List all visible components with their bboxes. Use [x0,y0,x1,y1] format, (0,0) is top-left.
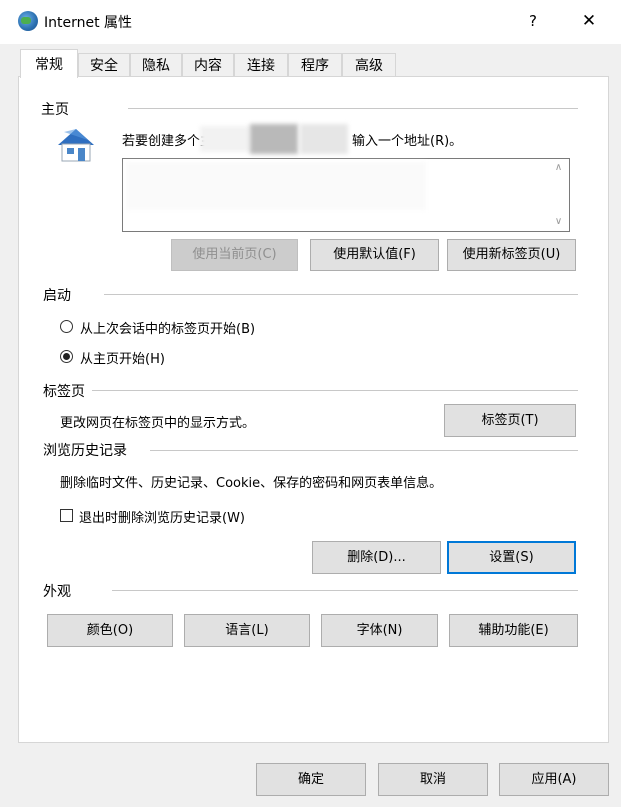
redaction-block [300,124,348,154]
tab-content[interactable]: 内容 [182,53,234,77]
cancel-button[interactable]: 取消 [378,763,488,796]
delete-on-exit-label[interactable]: 退出时删除浏览历史记录(W) [79,507,245,526]
window-title: Internet 属性 [44,15,133,31]
colors-button[interactable]: 颜色(O) [47,614,173,647]
redaction-block [250,124,298,154]
ok-button[interactable]: 确定 [256,763,366,796]
delete-history-button[interactable]: 删除(D)... [312,541,441,574]
history-settings-button[interactable]: 设置(S) [447,541,576,574]
redaction-block [200,126,250,152]
house-icon [58,129,94,162]
internet-globe-icon [18,11,38,31]
tab-programs[interactable]: 程序 [288,53,342,77]
scroll-down-icon[interactable]: ∨ [548,213,569,231]
homepage-divider [128,108,578,109]
radio-last-session-label[interactable]: 从上次会话中的标签页开始(B) [80,318,255,337]
help-button[interactable]: ? [520,8,546,34]
close-button[interactable]: ✕ [576,8,602,34]
use-new-tab-button[interactable]: 使用新标签页(U) [447,239,576,271]
homepage-section-label: 主页 [41,102,69,118]
startup-divider [104,294,578,295]
homepage-instruction-end: 输入一个地址(R)。 [352,134,463,149]
radio-last-session[interactable] [60,320,73,333]
tab-advanced[interactable]: 高级 [342,53,396,77]
redacted-address [126,162,426,210]
history-section-label: 浏览历史记录 [43,443,127,459]
tabs-settings-button[interactable]: 标签页(T) [444,404,576,437]
radio-start-homepage-label[interactable]: 从主页开始(H) [80,348,165,367]
tab-security[interactable]: 安全 [78,53,130,77]
tabs-description: 更改网页在标签页中的显示方式。 [60,416,256,431]
appearance-section-label: 外观 [43,584,71,600]
use-current-page-button[interactable]: 使用当前页(C) [171,239,298,271]
delete-on-exit-checkbox[interactable] [60,509,73,522]
startup-section-label: 启动 [43,288,71,304]
appearance-divider [112,590,578,591]
apply-button[interactable]: 应用(A) [499,763,609,796]
scroll-up-icon[interactable]: ∧ [548,159,569,177]
history-divider [150,450,578,451]
tabs-divider [92,390,578,391]
use-default-button[interactable]: 使用默认值(F) [310,239,439,271]
radio-start-homepage[interactable] [60,350,73,363]
languages-button[interactable]: 语言(L) [184,614,310,647]
history-description: 删除临时文件、历史记录、Cookie、保存的密码和网页表单信息。 [60,476,443,491]
tab-general[interactable]: 常规 [20,49,78,78]
tab-privacy[interactable]: 隐私 [130,53,182,77]
tab-connections[interactable]: 连接 [234,53,288,77]
tabs-section-label: 标签页 [43,384,85,400]
accessibility-button[interactable]: 辅助功能(E) [449,614,578,647]
textarea-scrollbar[interactable]: ∧ ∨ [548,159,569,231]
fonts-button[interactable]: 字体(N) [321,614,438,647]
